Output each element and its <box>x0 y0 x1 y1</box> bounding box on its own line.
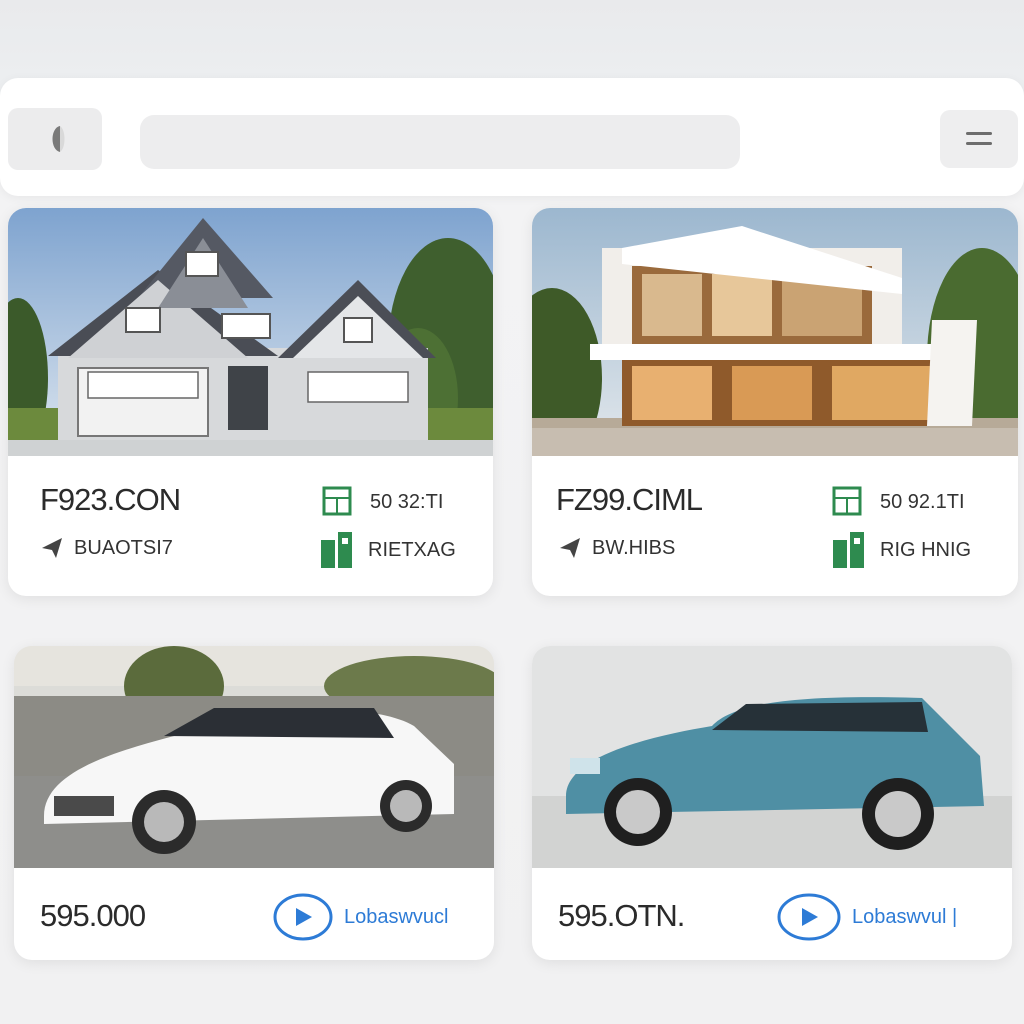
listing-card-car-2[interactable]: 595.OTN. Lobaswvul | <box>532 646 1012 960</box>
area-value: 50 32:TI <box>370 490 444 513</box>
stat-row-1: 50 92.1TI <box>828 486 965 518</box>
stat-row-1: 50 32:TI <box>318 486 443 518</box>
car-photo <box>14 646 494 868</box>
location-row: BW.HIBS <box>558 536 675 560</box>
stat-row-2: RIG HNIG <box>830 530 971 570</box>
menu-button[interactable] <box>940 110 1018 168</box>
menu-icon <box>966 132 992 145</box>
stat-row-2: RIETXAG <box>318 530 456 570</box>
view-link[interactable]: Lobaswvucl <box>272 892 449 942</box>
listing-price: 595.000 <box>40 898 146 933</box>
building-icon <box>321 532 352 568</box>
listing-price: 595.OTN. <box>558 898 685 933</box>
search-input[interactable] <box>140 115 740 169</box>
location-row: BUAOTSI7 <box>40 536 173 560</box>
listing-card-house-2[interactable]: FZ99.CIML BW.HIBS 50 92.1TI RIG HNIG <box>532 208 1018 596</box>
floorplan-icon <box>322 486 352 516</box>
navigation-arrow-icon <box>560 538 580 558</box>
house-photo <box>8 208 493 456</box>
listing-price: F923.CON <box>40 482 181 517</box>
back-icon <box>52 126 65 152</box>
property-type-text: RIG HNIG <box>880 538 972 561</box>
navigation-arrow-icon <box>42 538 62 558</box>
floorplan-icon <box>832 486 862 516</box>
view-link[interactable]: Lobaswvul | <box>776 892 957 942</box>
listing-card-car-1[interactable]: 595.000 Lobaswvucl <box>14 646 494 960</box>
house-photo <box>532 208 1018 456</box>
location-text: BUAOTSI7 <box>74 536 173 559</box>
view-link-label: Lobaswvul | <box>852 905 958 928</box>
property-type-text: RIETXAG <box>368 538 456 561</box>
play-icon <box>777 893 841 941</box>
listing-price: FZ99.CIML <box>556 482 703 517</box>
area-value: 50 92.1TI <box>880 490 965 513</box>
location-text: BW.HIBS <box>592 536 676 559</box>
car-photo <box>532 646 1012 868</box>
listing-card-house-1[interactable]: F923.CON BUAOTSI7 50 32:TI RIETXAG <box>8 208 493 596</box>
view-link-label: Lobaswvucl <box>344 905 449 928</box>
top-bar <box>0 78 1024 196</box>
play-icon <box>273 893 333 941</box>
back-button[interactable] <box>8 108 102 170</box>
building-icon <box>833 532 864 568</box>
